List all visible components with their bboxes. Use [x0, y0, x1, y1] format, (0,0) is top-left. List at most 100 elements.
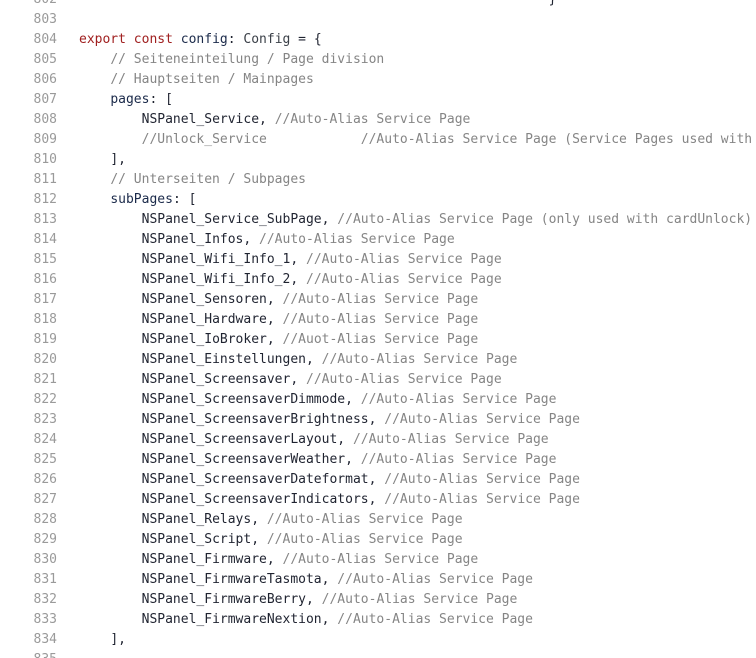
line-content[interactable]: NSPanel_Service_SubPage, //Auto-Alias Se… [57, 210, 756, 230]
code-token: //Auto-Alias Service Page [306, 272, 502, 287]
code-token: , [345, 452, 361, 467]
code-line[interactable]: 816 NSPanel_Wifi_Info_2, //Auto-Alias Se… [0, 270, 756, 290]
code-token: //Auto-Alias Service Page [384, 492, 580, 507]
code-line[interactable]: 808 NSPanel_Service, //Auto-Alias Servic… [0, 110, 756, 130]
line-content[interactable]: NSPanel_Service, //Auto-Alias Service Pa… [57, 110, 756, 130]
line-number: 829 [33, 532, 57, 547]
code-line[interactable]: 835 [0, 650, 756, 658]
code-line[interactable]: 813 NSPanel_Service_SubPage, //Auto-Alia… [0, 210, 756, 230]
line-content[interactable]: NSPanel_ScreensaverDimmode, //Auto-Alias… [57, 390, 756, 410]
code-token: ], [110, 632, 126, 647]
line-content[interactable]: NSPanel_FirmwareNextion, //Auto-Alias Se… [57, 610, 756, 630]
code-line[interactable]: 831 NSPanel_FirmwareTasmota, //Auto-Alia… [0, 570, 756, 590]
code-token: //Auot-Alias Service Page [282, 332, 479, 347]
line-content[interactable]: NSPanel_Relays, //Auto-Alias Service Pag… [57, 510, 756, 530]
code-line[interactable]: 825 NSPanel_ScreensaverWeather, //Auto-A… [0, 450, 756, 470]
code-line[interactable]: 806 // Hauptseiten / Mainpages [0, 70, 756, 90]
line-content[interactable]: NSPanel_FirmwareTasmota, //Auto-Alias Se… [57, 570, 756, 590]
code-line[interactable]: 832 NSPanel_FirmwareBerry, //Auto-Alias … [0, 590, 756, 610]
line-content[interactable]: ], [57, 150, 756, 170]
code-line[interactable]: 817 NSPanel_Sensoren, //Auto-Alias Servi… [0, 290, 756, 310]
line-content[interactable]: NSPanel_ScreensaverIndicators, //Auto-Al… [57, 490, 756, 510]
line-content[interactable]: NSPanel_Einstellungen, //Auto-Alias Serv… [57, 350, 756, 370]
line-content[interactable]: NSPanel_Hardware, //Auto-Alias Service P… [57, 310, 756, 330]
code-token: //Auto-Alias Service Page [282, 552, 479, 567]
code-line[interactable]: 811 // Unterseiten / Subpages [0, 170, 756, 190]
line-number: 802 [0, 0, 57, 10]
code-token: const [133, 32, 173, 47]
code-line[interactable]: 807 pages: [ [0, 90, 756, 110]
code-line[interactable]: 827 NSPanel_ScreensaverIndicators, //Aut… [0, 490, 756, 510]
code-line[interactable]: 815 NSPanel_Wifi_Info_1, //Auto-Alias Se… [0, 250, 756, 270]
line-content[interactable]: NSPanel_ScreensaverBrightness, //Auto-Al… [57, 410, 756, 430]
line-content[interactable]: NSPanel_Firmware, //Auto-Alias Service P… [57, 550, 756, 570]
line-content[interactable]: subPages: [ [57, 190, 756, 210]
code-line[interactable]: 829 NSPanel_Script, //Auto-Alias Service… [0, 530, 756, 550]
code-scroll-viewport[interactable]: 802 }803804export const config: Config =… [0, 0, 756, 658]
code-line[interactable]: 834 ], [0, 630, 756, 650]
line-content[interactable]: NSPanel_Sensoren, //Auto-Alias Service P… [57, 290, 756, 310]
line-content[interactable]: NSPanel_IoBroker, //Auot-Alias Service P… [57, 330, 756, 350]
line-content[interactable]: ], [57, 630, 756, 650]
code-token: NSPanel_FirmwareNextion [141, 612, 322, 627]
code-line[interactable]: 818 NSPanel_Hardware, //Auto-Alias Servi… [0, 310, 756, 330]
line-number: 809 [33, 132, 57, 147]
code-token: // Hauptseiten / Mainpages [110, 72, 314, 87]
code-line[interactable]: 819 NSPanel_IoBroker, //Auot-Alias Servi… [0, 330, 756, 350]
code-line[interactable]: 804 export const config: Config = { [0, 30, 756, 50]
code-token: //Auto-Alias Service Page [321, 352, 518, 367]
line-content[interactable]: NSPanel_Infos, //Auto-Alias Service Page [57, 230, 756, 250]
code-line[interactable]: 820 NSPanel_Einstellungen, //Auto-Alias … [0, 350, 756, 370]
line-content[interactable]: NSPanel_ScreensaverLayout, //Auto-Alias … [57, 430, 756, 450]
code-line[interactable]: 833 NSPanel_FirmwareNextion, //Auto-Alia… [0, 610, 756, 630]
code-token: // Seiteneinteilung / Page division [110, 52, 385, 67]
line-number: 814 [33, 232, 57, 247]
line-content[interactable]: } [57, 0, 756, 10]
code-token: , [290, 372, 306, 387]
code-token: //Auto-Alias Service Page [259, 232, 455, 247]
code-line[interactable]: 821 NSPanel_Screensaver, //Auto-Alias Se… [0, 370, 756, 390]
code-line[interactable]: 803 [0, 10, 756, 30]
line-content[interactable]: // Seiteneinteilung / Page division [57, 50, 756, 70]
code-line[interactable]: 830 NSPanel_Firmware, //Auto-Alias Servi… [0, 550, 756, 570]
code-token: NSPanel_ScreensaverWeather [141, 452, 346, 467]
line-content[interactable]: // Hauptseiten / Mainpages [57, 70, 756, 90]
line-content[interactable]: NSPanel_Script, //Auto-Alias Service Pag… [57, 530, 756, 550]
line-content[interactable]: export const config: Config = { [57, 30, 756, 50]
code-line[interactable]: 822 NSPanel_ScreensaverDimmode, //Auto-A… [0, 390, 756, 410]
code-line[interactable]: 823 NSPanel_ScreensaverBrightness, //Aut… [0, 410, 756, 430]
line-content[interactable]: NSPanel_Wifi_Info_1, //Auto-Alias Servic… [57, 250, 756, 270]
code-token: NSPanel_IoBroker [141, 332, 267, 347]
code-editor[interactable]: 802 }803804export const config: Config =… [0, 0, 756, 658]
code-token: //Auto-Alias Service Page [360, 392, 557, 407]
code-line[interactable]: 812 subPages: [ [0, 190, 756, 210]
code-token: //Auto-Alias Service Page [337, 572, 533, 587]
line-content[interactable]: //Unlock_Service //Auto-Alias Service Pa… [57, 130, 756, 150]
code-line[interactable]: 810 ], [0, 150, 756, 170]
line-content[interactable]: pages: [ [57, 90, 756, 110]
code-token: //Auto-Alias Service Page [266, 532, 463, 547]
code-line[interactable]: 828 NSPanel_Relays, //Auto-Alias Service… [0, 510, 756, 530]
code-line[interactable]: 809 //Unlock_Service //Auto-Alias Servic… [0, 130, 756, 150]
line-content[interactable]: // Unterseiten / Subpages [57, 170, 756, 190]
code-token: NSPanel_Wifi_Info_2 [141, 272, 291, 287]
code-line[interactable]: 805 // Seiteneinteilung / Page division [0, 50, 756, 70]
code-token: NSPanel_Relays [141, 512, 252, 527]
line-content[interactable]: NSPanel_FirmwareBerry, //Auto-Alias Serv… [57, 590, 756, 610]
code-line[interactable]: 814 NSPanel_Infos, //Auto-Alias Service … [0, 230, 756, 250]
line-content[interactable]: NSPanel_Wifi_Info_2, //Auto-Alias Servic… [57, 270, 756, 290]
code-line[interactable]: 824 NSPanel_ScreensaverLayout, //Auto-Al… [0, 430, 756, 450]
line-content[interactable]: NSPanel_ScreensaverDateformat, //Auto-Al… [57, 470, 756, 490]
line-content[interactable]: NSPanel_ScreensaverWeather, //Auto-Alias… [57, 450, 756, 470]
code-line[interactable]: 826 NSPanel_ScreensaverDateformat, //Aut… [0, 470, 756, 490]
line-content[interactable]: NSPanel_Screensaver, //Auto-Alias Servic… [57, 370, 756, 390]
line-number: 820 [33, 352, 57, 367]
code-line[interactable]: 802 } [0, 0, 756, 10]
